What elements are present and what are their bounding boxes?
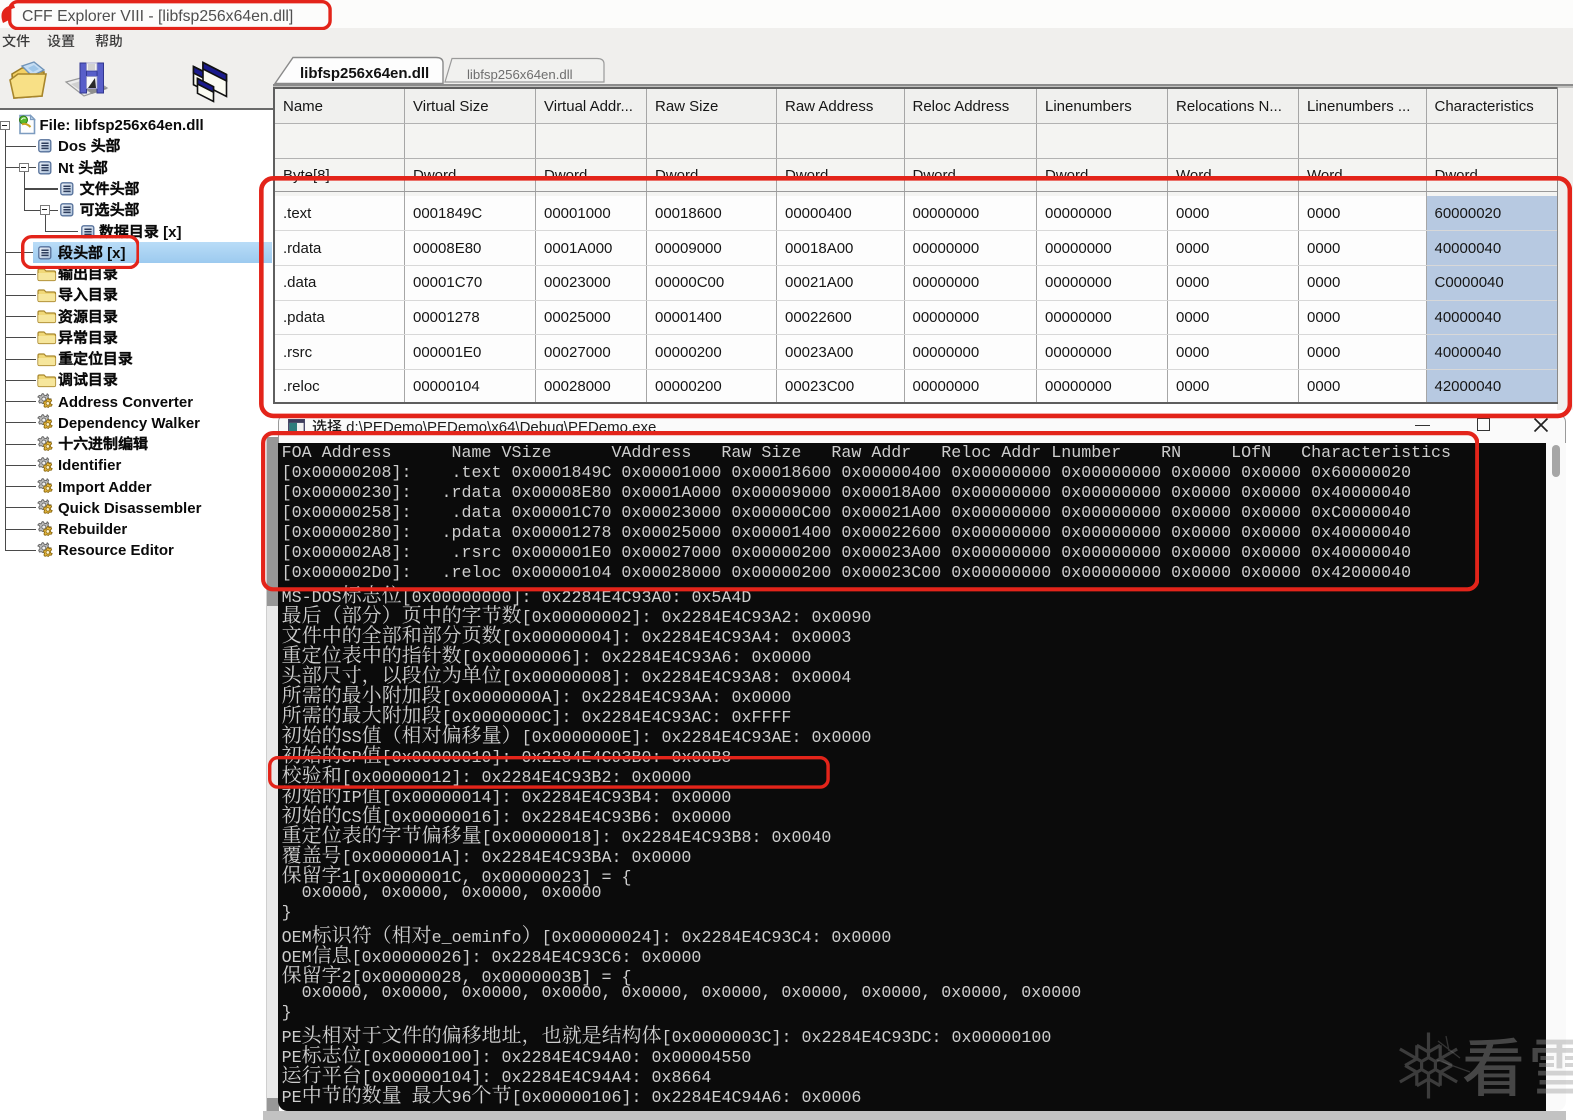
svg-text:看雪: 看雪 [1462, 1026, 1573, 1106]
